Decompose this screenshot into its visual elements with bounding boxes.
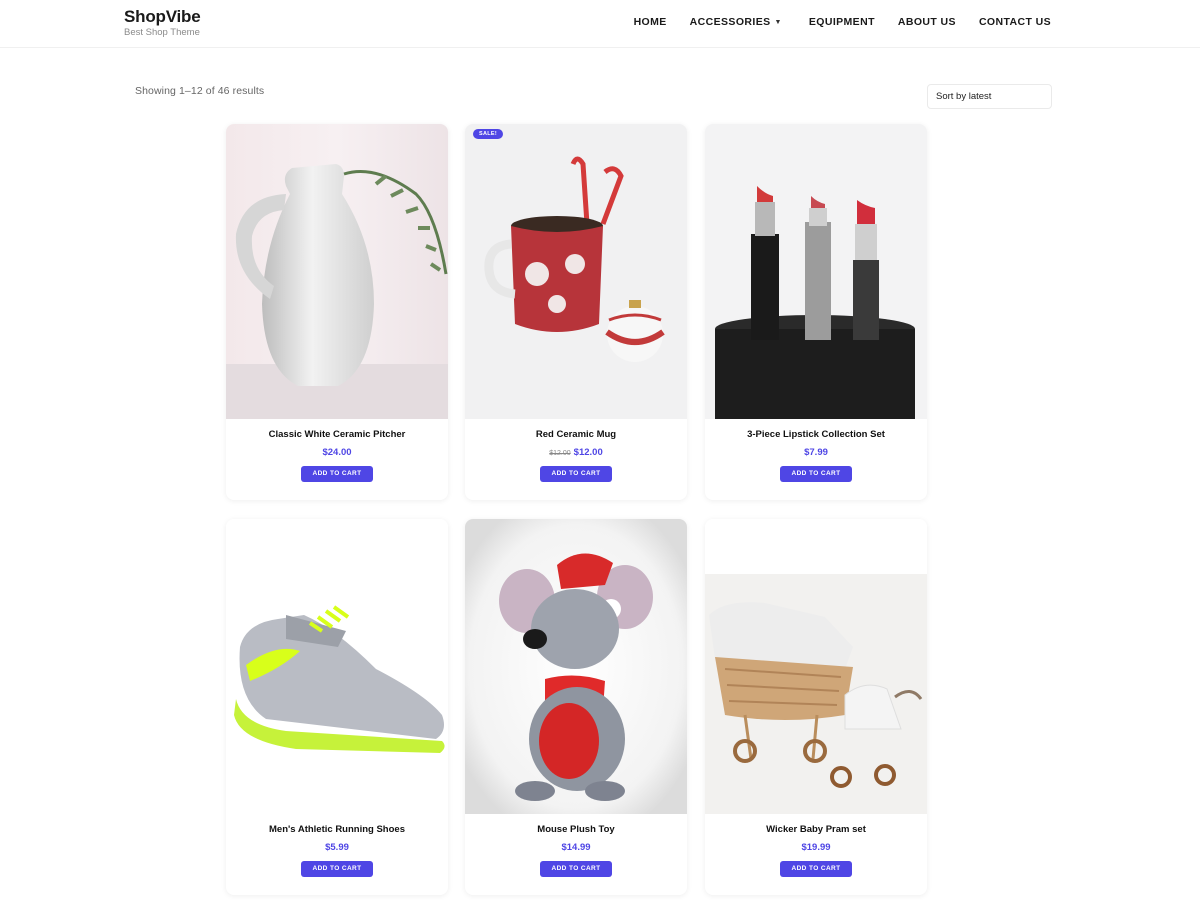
product-price: $24.00: [226, 447, 448, 458]
site-title[interactable]: ShopVibe: [124, 7, 201, 26]
result-count: Showing 1–12 of 46 results: [135, 85, 265, 97]
product-price: $12.00 $12.00: [465, 447, 687, 458]
product-card[interactable]: Mouse Plush Toy $14.99 ADD TO CART: [465, 519, 687, 895]
nav-equipment[interactable]: EQUIPMENT: [809, 16, 875, 28]
brand[interactable]: ShopVibe Best Shop Theme: [124, 7, 201, 39]
pitcher-image[interactable]: [226, 124, 448, 419]
price-current: $19.99: [801, 842, 831, 853]
add-to-cart-button[interactable]: ADD TO CART: [540, 466, 612, 482]
pram-image[interactable]: [705, 519, 927, 814]
add-to-cart-button[interactable]: ADD TO CART: [301, 861, 373, 877]
price-current: $12.00: [573, 447, 603, 458]
price-current: $5.99: [325, 842, 349, 853]
product-card[interactable]: SALE! Red Ceramic Mug $12.00 $12.00 ADD T…: [465, 124, 687, 500]
product-price: $7.99: [705, 447, 927, 458]
price-current: $14.99: [561, 842, 591, 853]
product-card[interactable]: Classic White Ceramic Pitcher $24.00 ADD…: [226, 124, 448, 500]
price-current: $24.00: [322, 447, 352, 458]
product-price: $14.99: [465, 842, 687, 853]
add-to-cart-button[interactable]: ADD TO CART: [540, 861, 612, 877]
plush-mouse-image[interactable]: [465, 519, 687, 814]
main-nav: HOME ACCESSORIES ▼ EQUIPMENT ABOUT US CO…: [634, 16, 1051, 28]
product-card[interactable]: Men's Athletic Running Shoes $5.99 ADD T…: [226, 519, 448, 895]
site-header: ShopVibe Best Shop Theme HOME ACCESSORIE…: [0, 0, 1200, 48]
site-tagline: Best Shop Theme: [124, 27, 200, 38]
product-title[interactable]: Mouse Plush Toy: [465, 824, 687, 835]
add-to-cart-button[interactable]: ADD TO CART: [301, 466, 373, 482]
product-title[interactable]: 3-Piece Lipstick Collection Set: [705, 429, 927, 440]
sort-select[interactable]: Sort by latest: [927, 84, 1052, 109]
product-title[interactable]: Classic White Ceramic Pitcher: [226, 429, 448, 440]
nav-home[interactable]: HOME: [634, 16, 667, 28]
product-price: $19.99: [705, 842, 927, 853]
nav-about[interactable]: ABOUT US: [898, 16, 956, 28]
product-price: $5.99: [226, 842, 448, 853]
lipstick-image[interactable]: [705, 124, 927, 419]
chevron-down-icon: ▼: [774, 18, 782, 26]
product-card[interactable]: 3-Piece Lipstick Collection Set $7.99 AD…: [705, 124, 927, 500]
price-current: $7.99: [804, 447, 828, 458]
product-card[interactable]: Wicker Baby Pram set $19.99 ADD TO CART: [705, 519, 927, 895]
sale-badge: SALE!: [473, 129, 503, 139]
add-to-cart-button[interactable]: ADD TO CART: [780, 466, 852, 482]
product-title[interactable]: Men's Athletic Running Shoes: [226, 824, 448, 835]
product-title[interactable]: Red Ceramic Mug: [465, 429, 687, 440]
add-to-cart-button[interactable]: ADD TO CART: [780, 861, 852, 877]
product-title[interactable]: Wicker Baby Pram set: [705, 824, 927, 835]
nav-accessories-label: ACCESSORIES: [689, 16, 771, 28]
mug-image[interactable]: [465, 124, 687, 419]
shoe-image[interactable]: [226, 519, 448, 814]
nav-accessories[interactable]: ACCESSORIES ▼: [690, 16, 782, 28]
price-old: $12.00: [549, 450, 571, 457]
nav-contact[interactable]: CONTACT US: [979, 16, 1051, 28]
